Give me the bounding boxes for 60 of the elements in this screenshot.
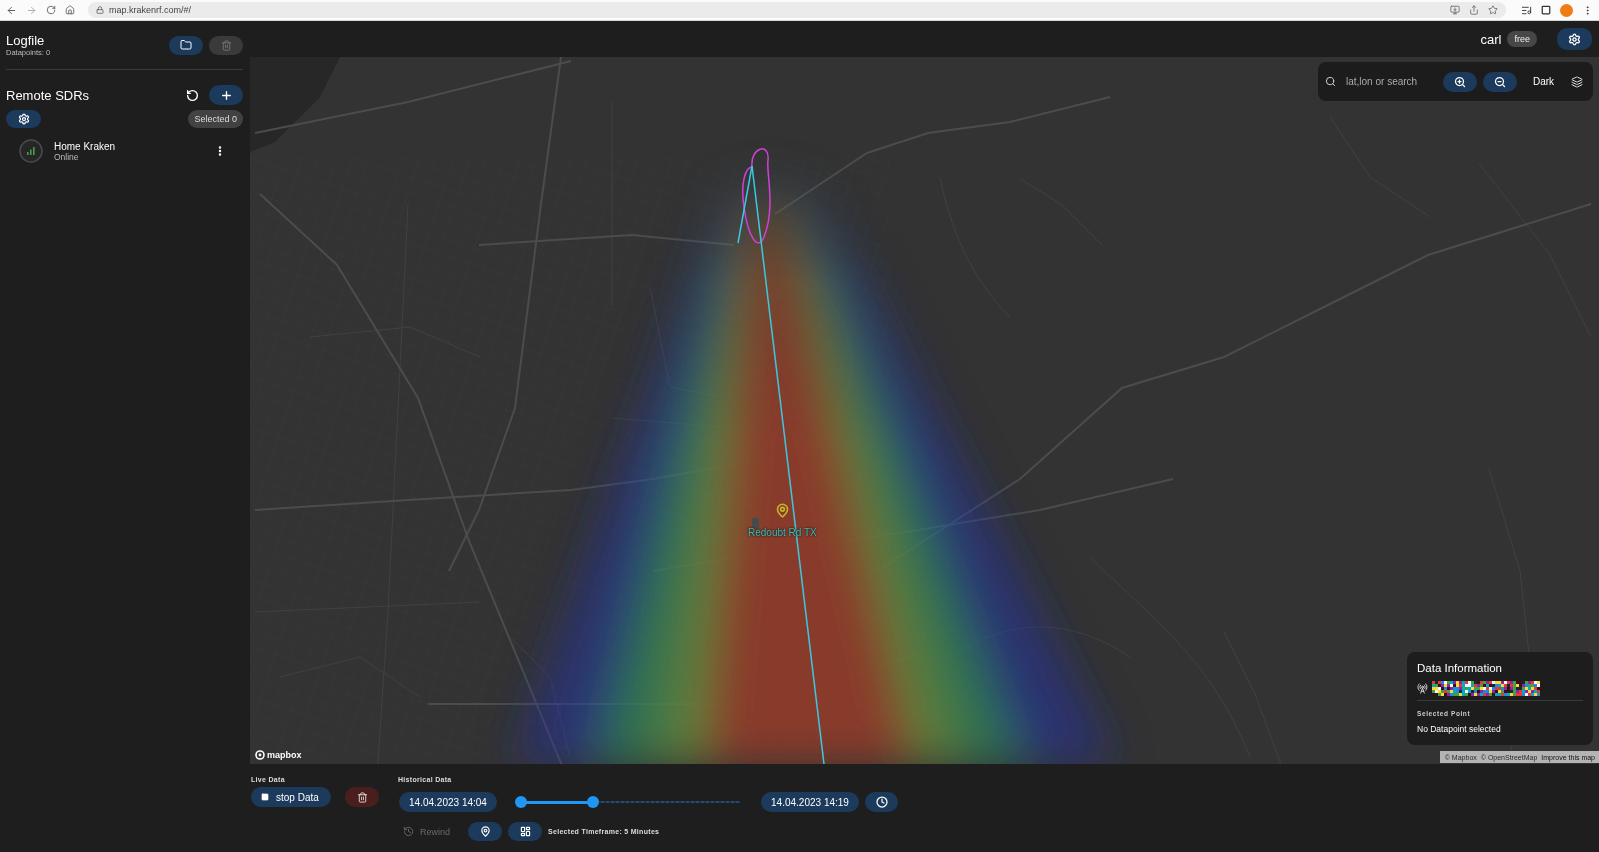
- back-icon[interactable]: [6, 4, 17, 16]
- layers-button[interactable]: [1571, 75, 1583, 88]
- address-bar[interactable]: map.krakenrf.com/#/: [88, 2, 1506, 18]
- share-icon[interactable]: [1469, 5, 1479, 15]
- logfile-title: Logfile: [6, 33, 46, 48]
- slider-thumb[interactable]: [587, 796, 600, 808]
- sdr-name[interactable]: Home Kraken: [54, 140, 116, 152]
- trash-icon: [220, 39, 232, 51]
- search-field[interactable]: lat,lon or search: [1346, 74, 1438, 89]
- zoom-out-button[interactable]: [1483, 71, 1517, 92]
- window-icon[interactable]: [1541, 5, 1551, 15]
- clock-button[interactable]: [865, 792, 898, 812]
- stop-icon: [261, 793, 269, 801]
- zoom-in-icon: [1454, 75, 1466, 88]
- location-button[interactable]: [468, 822, 502, 841]
- star-icon[interactable]: [1488, 5, 1498, 15]
- stop-data-button[interactable]: stop Data: [251, 787, 331, 807]
- user-name: carl: [1480, 31, 1502, 47]
- remote-sdrs-title: Remote SDRs: [6, 87, 90, 103]
- add-button[interactable]: [209, 85, 243, 105]
- end-date-chip[interactable]: 14.04.2023 14:19: [761, 792, 859, 812]
- logo-text: mapbox: [267, 750, 302, 760]
- monitor-download-icon[interactable]: [1450, 5, 1460, 15]
- open-folder-button[interactable]: [169, 35, 203, 55]
- panel-title: Data Information: [1417, 661, 1503, 675]
- history-icon: [403, 826, 414, 837]
- clock-icon: [875, 796, 888, 808]
- trash-icon: [356, 791, 368, 803]
- sdr-status: Online: [54, 151, 80, 162]
- zoom-out-icon: [1494, 75, 1506, 88]
- playlist-icon[interactable]: [1521, 4, 1532, 16]
- slider-thumb[interactable]: [515, 796, 527, 808]
- settings-icon: [1568, 32, 1581, 46]
- lock-icon: [96, 6, 104, 14]
- zoom-in-button[interactable]: [1443, 71, 1477, 92]
- refresh-icon: [186, 88, 199, 102]
- dashboard-icon: [519, 826, 531, 837]
- reload-icon[interactable]: [46, 5, 56, 15]
- home-icon[interactable]: [65, 5, 75, 15]
- selected-count-chip: Selected 0: [188, 110, 243, 128]
- settings-button[interactable]: [6, 110, 41, 128]
- clear-button[interactable]: [345, 787, 379, 807]
- account-settings-button[interactable]: [1557, 28, 1592, 50]
- start-date-chip[interactable]: 14.04.2023 14:04: [399, 792, 497, 812]
- plus-icon: [219, 88, 233, 102]
- refresh-button[interactable]: [186, 88, 199, 102]
- marker-icon: [752, 518, 759, 529]
- antenna-icon: [1417, 683, 1428, 694]
- datapoint-status: No Datapoint selected: [1417, 724, 1502, 734]
- map-pin-icon[interactable]: [775, 503, 790, 518]
- folder-icon: [180, 39, 192, 51]
- layers-icon: [1571, 75, 1583, 88]
- search-icon: [1325, 76, 1336, 87]
- map-pin-icon: [479, 826, 491, 837]
- avatar-icon[interactable]: [1560, 3, 1573, 17]
- map-style-button[interactable]: Dark: [1533, 76, 1555, 87]
- plan-badge: free: [1507, 31, 1537, 47]
- layout-button[interactable]: [508, 822, 542, 841]
- logo-icon: [255, 750, 265, 760]
- settings-icon: [17, 113, 30, 125]
